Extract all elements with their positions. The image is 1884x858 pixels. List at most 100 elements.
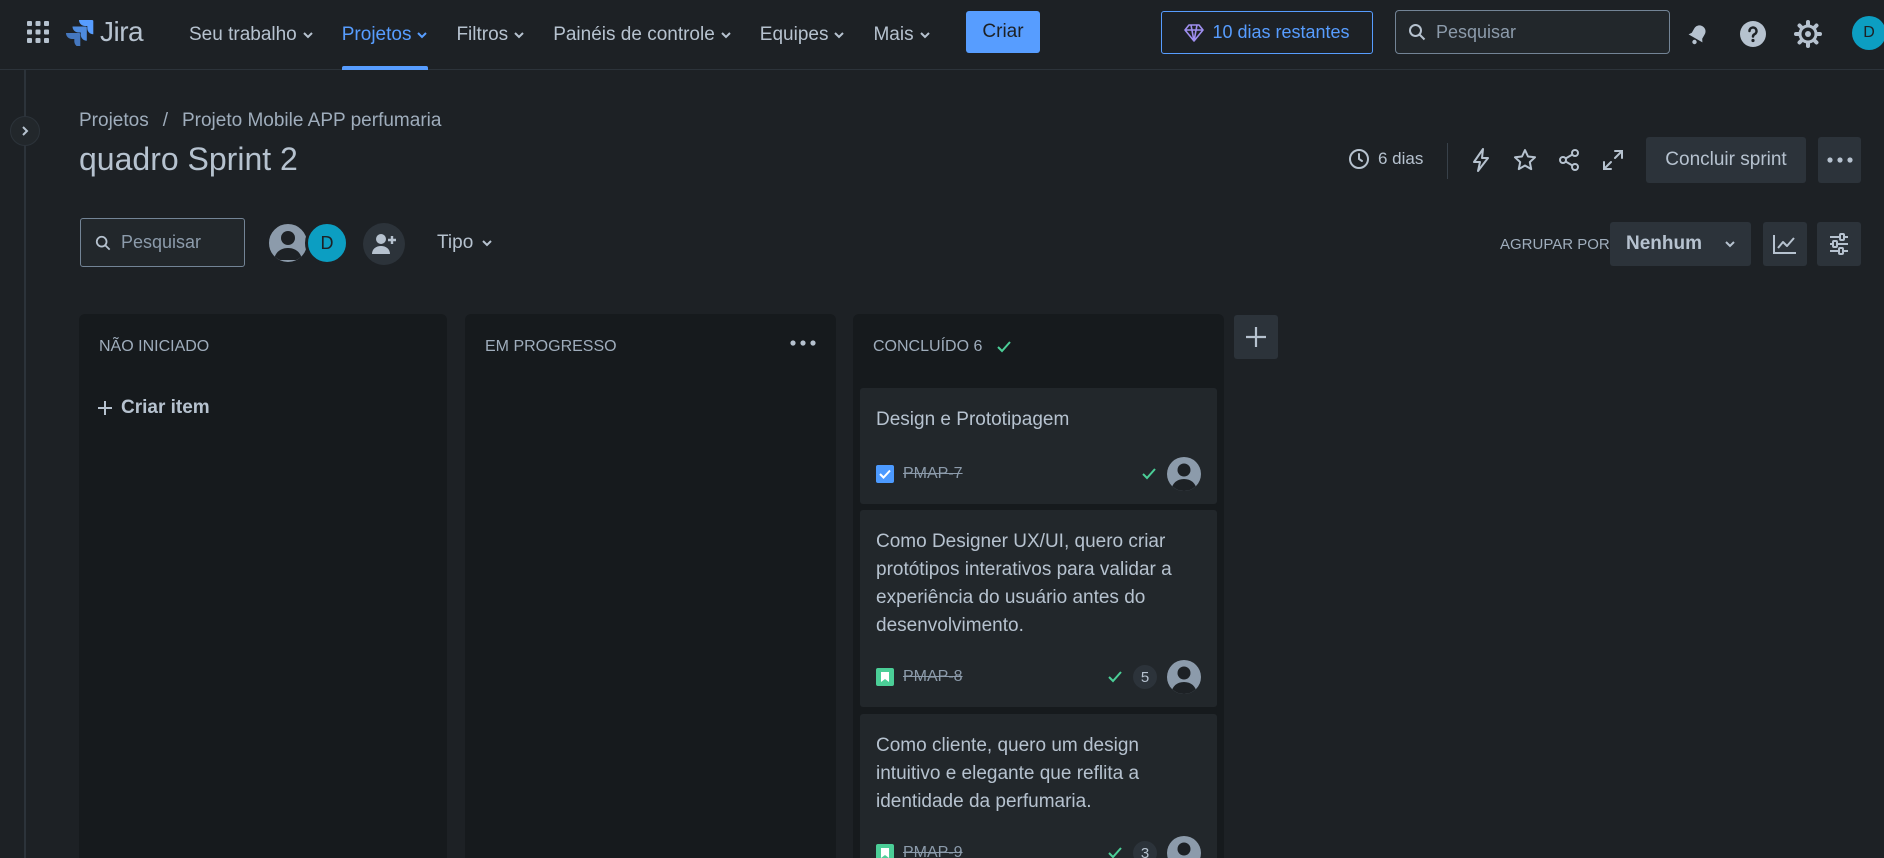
issue-key[interactable]: PMAP-9 xyxy=(903,844,963,858)
card-summary: Como cliente, quero um design intuitivo … xyxy=(876,735,1140,812)
breadcrumb: Projetos / Projeto Mobile APP perfumaria xyxy=(79,110,441,132)
jira-logo[interactable]: Jira xyxy=(66,16,144,48)
jira-logo-text: Jira xyxy=(100,16,144,47)
more-dots-icon xyxy=(1826,157,1853,163)
nav-item-label: Mais xyxy=(873,24,914,45)
nav-item-filtros[interactable]: Filtros xyxy=(442,0,539,70)
column-title: NÃO INICIADO xyxy=(99,338,210,355)
plus-icon xyxy=(1244,325,1268,349)
create-item-label: Criar item xyxy=(121,397,210,418)
chevron-down-icon xyxy=(833,29,845,41)
filter-avatar-user[interactable] xyxy=(266,221,310,265)
expand-icon[interactable] xyxy=(1600,147,1626,173)
chevron-down-icon xyxy=(1724,238,1736,250)
notifications-icon[interactable] xyxy=(1684,20,1712,48)
chevron-down-icon xyxy=(302,29,314,41)
column-menu-button[interactable] xyxy=(790,340,816,346)
task-checkbox-icon xyxy=(876,465,894,483)
group-by-value: Nenhum xyxy=(1626,233,1702,254)
column-nao-iniciado: NÃO INICIADO Criar item xyxy=(79,314,447,858)
type-filter-label: Tipo xyxy=(437,232,474,253)
clock-icon xyxy=(1348,148,1370,170)
nav-item-label: Equipes xyxy=(759,24,829,45)
jira-logo-icon xyxy=(66,18,94,46)
view-settings-button[interactable] xyxy=(1817,222,1861,266)
create-item-button[interactable]: Criar item xyxy=(97,397,210,419)
nav-item-label: Projetos xyxy=(341,24,412,45)
nav-item-mais[interactable]: Mais xyxy=(859,0,944,70)
add-people-button[interactable] xyxy=(363,223,405,265)
card-footer: PMAP-8 5 xyxy=(876,660,1201,694)
nav-item-label: Painéis de controle xyxy=(553,24,715,45)
done-check-icon xyxy=(1107,670,1123,684)
trial-days-button[interactable]: 10 dias restantes xyxy=(1161,11,1373,54)
card-footer: PMAP-7 xyxy=(876,457,1201,491)
issue-card[interactable]: Design e Prototipagem PMAP-7 xyxy=(860,388,1217,504)
column-title-wrap: CONCLUÍDO 6 xyxy=(873,338,1012,356)
assignee-avatar[interactable] xyxy=(1167,836,1201,858)
story-bookmark-icon xyxy=(876,844,894,858)
plus-icon xyxy=(97,400,113,416)
sprint-days-remaining[interactable]: 6 dias xyxy=(1348,148,1423,170)
group-by-select[interactable]: Nenhum xyxy=(1610,222,1751,266)
card-summary: Como Designer UX/UI, quero criar protóti… xyxy=(876,531,1172,636)
breadcrumb-project[interactable]: Projeto Mobile APP perfumaria xyxy=(182,110,441,132)
trial-days-label: 10 dias restantes xyxy=(1212,22,1350,42)
main-nav: Seu trabalho Projetos Filtros Painéis de… xyxy=(175,0,945,70)
chevron-down-icon xyxy=(416,29,428,41)
card-footer: PMAP-9 3 xyxy=(876,836,1201,858)
breadcrumb-projetos[interactable]: Projetos xyxy=(79,110,149,132)
story-points-badge: 5 xyxy=(1133,665,1157,689)
check-icon xyxy=(996,340,1012,354)
create-button[interactable]: Criar xyxy=(966,11,1040,53)
user-avatar[interactable]: D xyxy=(1852,16,1884,50)
more-options-button[interactable] xyxy=(1818,137,1861,183)
nav-item-seu-trabalho[interactable]: Seu trabalho xyxy=(175,0,328,70)
star-icon[interactable] xyxy=(1512,147,1538,173)
app-switcher-icon[interactable] xyxy=(26,20,50,44)
share-icon[interactable] xyxy=(1556,147,1582,173)
issue-card[interactable]: Como cliente, quero um design intuitivo … xyxy=(860,714,1217,858)
story-bookmark-icon xyxy=(876,668,894,686)
assignee-avatar[interactable] xyxy=(1167,457,1201,491)
nav-item-paineis[interactable]: Painéis de controle xyxy=(539,0,746,70)
page-title: quadro Sprint 2 xyxy=(79,141,298,177)
insights-button[interactable] xyxy=(1763,222,1807,266)
trend-chart-icon xyxy=(1772,233,1798,255)
type-filter[interactable]: Tipo xyxy=(437,232,493,254)
search-icon xyxy=(95,235,111,251)
chevron-down-icon xyxy=(919,29,931,41)
global-search[interactable] xyxy=(1395,10,1670,54)
issue-key[interactable]: PMAP-8 xyxy=(903,668,963,686)
nav-item-projetos[interactable]: Projetos xyxy=(328,0,443,70)
nav-item-label: Filtros xyxy=(456,24,509,45)
search-icon xyxy=(1408,23,1426,41)
card-footer-right: 5 xyxy=(1107,660,1201,694)
chevron-down-icon xyxy=(513,29,525,41)
lightning-icon[interactable] xyxy=(1468,147,1494,173)
done-check-icon xyxy=(1107,846,1123,858)
assignee-avatar[interactable] xyxy=(1167,660,1201,694)
global-search-input[interactable] xyxy=(1436,21,1636,43)
conclude-sprint-button[interactable]: Concluir sprint xyxy=(1646,137,1806,183)
add-column-button[interactable] xyxy=(1234,315,1278,359)
chevron-down-icon xyxy=(481,237,493,249)
sidebar-edge xyxy=(24,70,26,858)
add-person-icon xyxy=(371,232,397,256)
top-navigation: Jira Seu trabalho Projetos Filtros Painé… xyxy=(0,0,1884,70)
sidebar-expand-button[interactable] xyxy=(10,116,40,146)
group-by-label: AGRUPAR POR xyxy=(1500,236,1610,253)
issue-key[interactable]: PMAP-7 xyxy=(903,465,963,483)
column-title: CONCLUÍDO 6 xyxy=(873,338,983,355)
nav-item-equipes[interactable]: Equipes xyxy=(746,0,860,70)
card-footer-right: 3 xyxy=(1107,836,1201,858)
card-summary: Design e Prototipagem xyxy=(876,409,1070,430)
help-icon[interactable] xyxy=(1739,20,1767,48)
filter-avatar-d[interactable]: D xyxy=(305,221,349,265)
board-search[interactable] xyxy=(80,218,245,267)
issue-card[interactable]: Como Designer UX/UI, quero criar protóti… xyxy=(860,510,1217,707)
done-check-icon xyxy=(1141,467,1157,481)
board-search-input[interactable] xyxy=(121,232,231,253)
diamond-icon xyxy=(1184,23,1205,42)
settings-gear-icon[interactable] xyxy=(1794,20,1822,48)
